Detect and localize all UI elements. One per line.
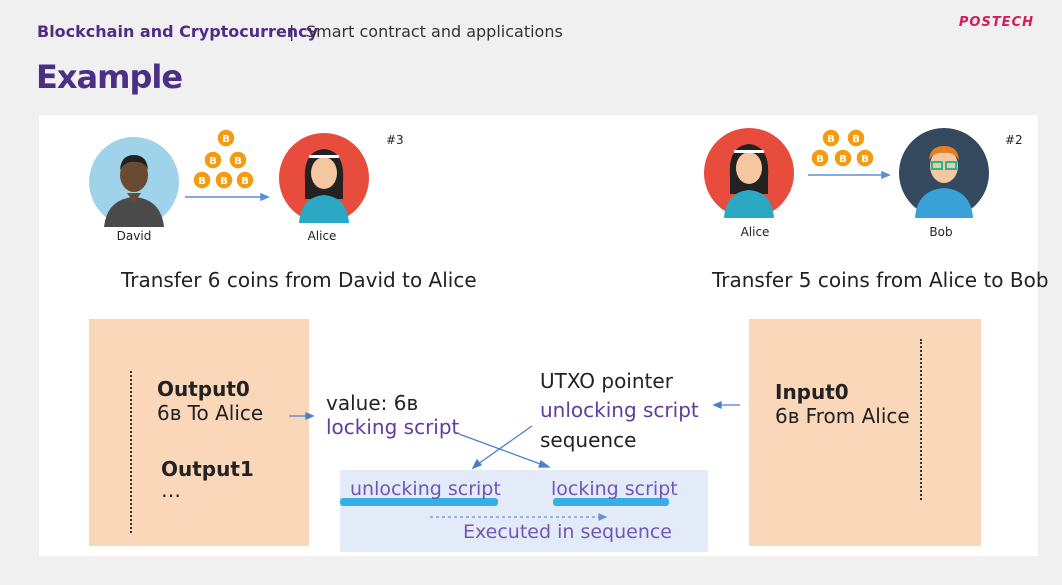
- arrow-right-icon: [305, 412, 315, 420]
- arrow-left-icon: [712, 401, 722, 409]
- connector-arrows: [289, 401, 740, 521]
